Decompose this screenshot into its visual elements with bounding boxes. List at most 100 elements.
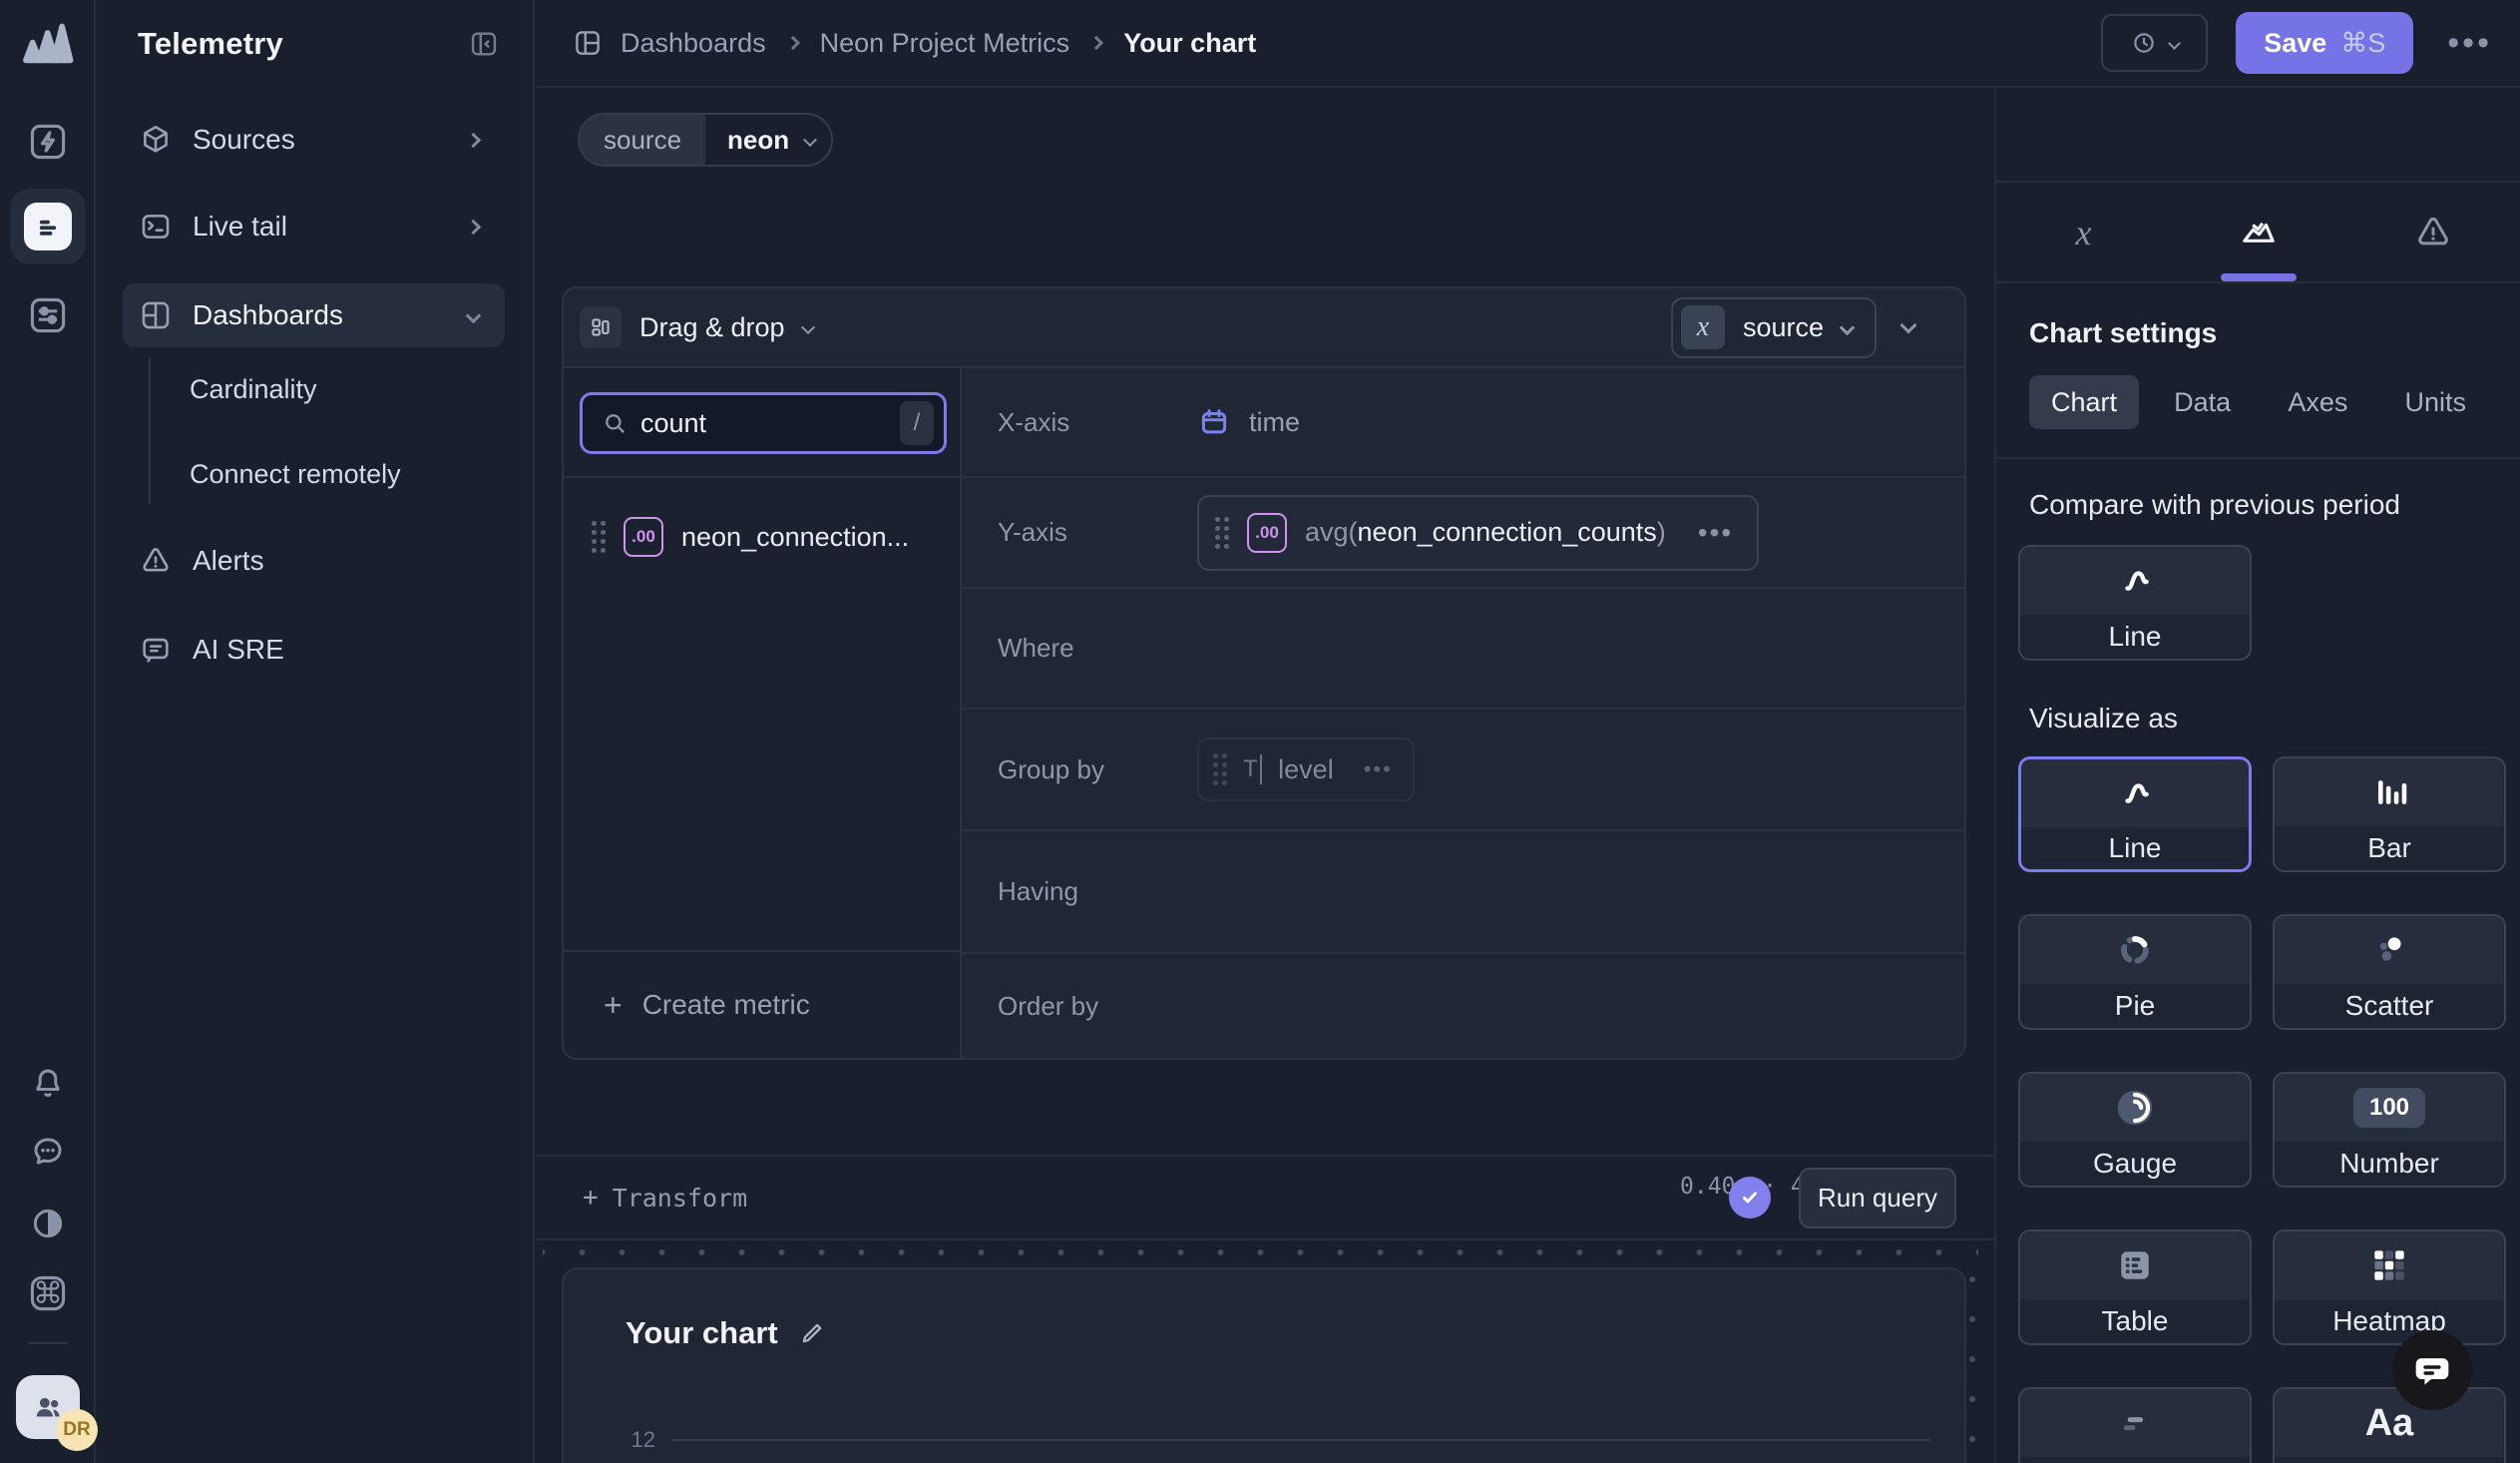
field-list: .00 neon_connection...: [564, 478, 960, 950]
theme-contrast-icon[interactable]: [24, 1200, 72, 1247]
chart-card: Your chart 12: [562, 1267, 1966, 1463]
viz-card-log[interactable]: [2018, 1387, 2252, 1463]
x-variable-badge: x: [1681, 305, 1725, 349]
more-menu-icon[interactable]: •••: [2441, 24, 2498, 63]
viz-card-label: Line: [2020, 615, 2250, 659]
tab-alerts[interactable]: [2345, 183, 2520, 281]
order-by-row[interactable]: Order by: [962, 954, 1964, 1058]
drag-handle-icon[interactable]: [592, 521, 606, 553]
support-chat-button[interactable]: [2392, 1330, 2472, 1410]
scope-value: source: [1743, 312, 1824, 343]
drag-handle-icon[interactable]: [1215, 517, 1229, 549]
time-range-button[interactable]: [2101, 14, 2208, 72]
subnav-guide-line: [149, 357, 151, 505]
tab-variables[interactable]: x: [1996, 183, 2171, 281]
where-row[interactable]: Where: [962, 589, 1964, 710]
heatmap-icon: [2367, 1243, 2411, 1287]
viz-card-label: Number: [2275, 1142, 2504, 1186]
x-axis-row[interactable]: X-axis time: [962, 368, 1964, 478]
row-label: Having: [998, 876, 1197, 907]
sidebar-collapse-icon[interactable]: [468, 28, 500, 60]
area-chart-icon: [2239, 213, 2279, 252]
feedback-chat-icon[interactable]: [24, 1128, 72, 1176]
chevron-right-icon: [466, 132, 482, 148]
drag-drop-icon: [580, 306, 622, 348]
sidebar-item-live-tail[interactable]: Live tail: [123, 195, 505, 258]
numeric-field-icon: .00: [624, 517, 663, 557]
more-icon[interactable]: •••: [1364, 756, 1393, 782]
sidebar-item-ai-sre[interactable]: AI SRE: [123, 618, 505, 682]
run-query-button[interactable]: Run query: [1799, 1168, 1956, 1228]
subtab-axes[interactable]: Axes: [2266, 375, 2369, 429]
row-label: Order by: [998, 991, 1197, 1022]
transform-row: + Transform Run query: [537, 1155, 1994, 1240]
tab-chart-settings[interactable]: [2171, 183, 2345, 281]
breadcrumb-item[interactable]: Dashboards: [621, 28, 766, 59]
group-by-row[interactable]: Group by T level •••: [962, 710, 1964, 831]
drag-handle-icon[interactable]: [1213, 753, 1227, 785]
metric-list-item[interactable]: .00 neon_connection...: [564, 506, 960, 568]
viz-card-pie[interactable]: Pie: [2018, 914, 2252, 1030]
add-transform-button[interactable]: + Transform: [583, 1184, 1729, 1213]
subtab-data[interactable]: Data: [2152, 375, 2253, 429]
y-axis-field-pill[interactable]: .00 avg(neon_connection_counts) •••: [1197, 495, 1759, 571]
having-row[interactable]: Having: [962, 831, 1964, 954]
source-filter-chip[interactable]: source neon: [578, 113, 833, 167]
main-area: source neon: [537, 88, 1994, 1463]
command-shortcuts-icon[interactable]: ⌘: [24, 1269, 72, 1317]
viz-card-scatter[interactable]: Scatter: [2273, 914, 2506, 1030]
collapse-builder-icon[interactable]: [1902, 318, 1914, 336]
viz-card-label: Gauge: [2020, 1142, 2250, 1186]
group-by-field-pill[interactable]: T level •••: [1197, 737, 1415, 801]
search-icon: [601, 409, 629, 437]
slash-shortcut-badge: /: [900, 401, 934, 445]
query-rows: X-axis time Y-axis: [962, 368, 1964, 1058]
scatter-plot-icon: [2367, 928, 2411, 972]
sidebar-item-label: Dashboards: [193, 299, 468, 331]
notifications-bell-icon[interactable]: [24, 1058, 72, 1106]
transform-label: Transform: [613, 1184, 747, 1213]
sidebar-item-sources[interactable]: Sources: [123, 108, 505, 172]
builder-mode-dropdown[interactable]: Drag & drop: [580, 306, 1671, 348]
subtab-chart[interactable]: Chart: [2029, 375, 2139, 429]
settings-sliders-icon[interactable]: [24, 291, 72, 339]
scope-source-dropdown[interactable]: x source: [1671, 297, 1877, 358]
create-metric-label: Create metric: [642, 989, 810, 1021]
run-query-label: Run query: [1818, 1183, 1937, 1214]
breadcrumb-current: Your chart: [1123, 28, 1256, 59]
sidebar-item-dashboards[interactable]: Dashboards: [123, 283, 505, 347]
viz-card-table[interactable]: Table: [2018, 1229, 2252, 1345]
viz-card-gauge[interactable]: Gauge: [2018, 1072, 2252, 1188]
breadcrumb-separator-icon: [1089, 36, 1103, 50]
row-label: X-axis: [998, 407, 1197, 438]
viz-card-number[interactable]: 100 Number: [2273, 1072, 2506, 1188]
icon-rail: ⌘ DR: [0, 0, 96, 1463]
create-metric-button[interactable]: + Create metric: [564, 950, 960, 1058]
subtab-units[interactable]: Units: [2382, 375, 2488, 429]
field-search-input[interactable]: [629, 408, 900, 439]
chart-gridline-row: 12: [624, 1427, 1930, 1453]
sidebar-item-connect-remotely[interactable]: Connect remotely: [190, 446, 505, 502]
viz-card-label: Scatter: [2275, 984, 2504, 1028]
chevron-down-icon: [466, 307, 482, 323]
more-icon[interactable]: •••: [1698, 517, 1733, 549]
breadcrumb-separator-icon: [786, 36, 800, 50]
viz-card-line[interactable]: Line: [2018, 756, 2252, 872]
x-axis-value: time: [1249, 407, 1300, 438]
live-tail-rail-icon[interactable]: [24, 203, 72, 250]
compare-line-card[interactable]: Line: [2018, 545, 2252, 661]
viz-card-bar[interactable]: Bar: [2273, 756, 2506, 872]
sidebar-item-cardinality[interactable]: Cardinality: [190, 361, 505, 417]
app-logo-icon: [14, 16, 82, 68]
flash-query-icon[interactable]: [24, 118, 72, 166]
panel-heading: Chart settings: [2029, 317, 2498, 349]
breadcrumb-item[interactable]: Neon Project Metrics: [820, 28, 1070, 59]
edit-pencil-icon[interactable]: [798, 1319, 826, 1347]
sidebar-item-alerts[interactable]: Alerts: [123, 529, 505, 593]
viz-card-heatmap[interactable]: Heatmap: [2273, 1229, 2506, 1345]
save-button[interactable]: Save ⌘S: [2236, 12, 2413, 74]
y-axis-row[interactable]: Y-axis .00 avg(neon_connection_counts) •…: [962, 478, 1964, 589]
chevron-down-icon: [1840, 319, 1856, 335]
number-100-icon: 100: [2353, 1088, 2425, 1128]
viz-card-text[interactable]: Aa: [2273, 1387, 2506, 1463]
